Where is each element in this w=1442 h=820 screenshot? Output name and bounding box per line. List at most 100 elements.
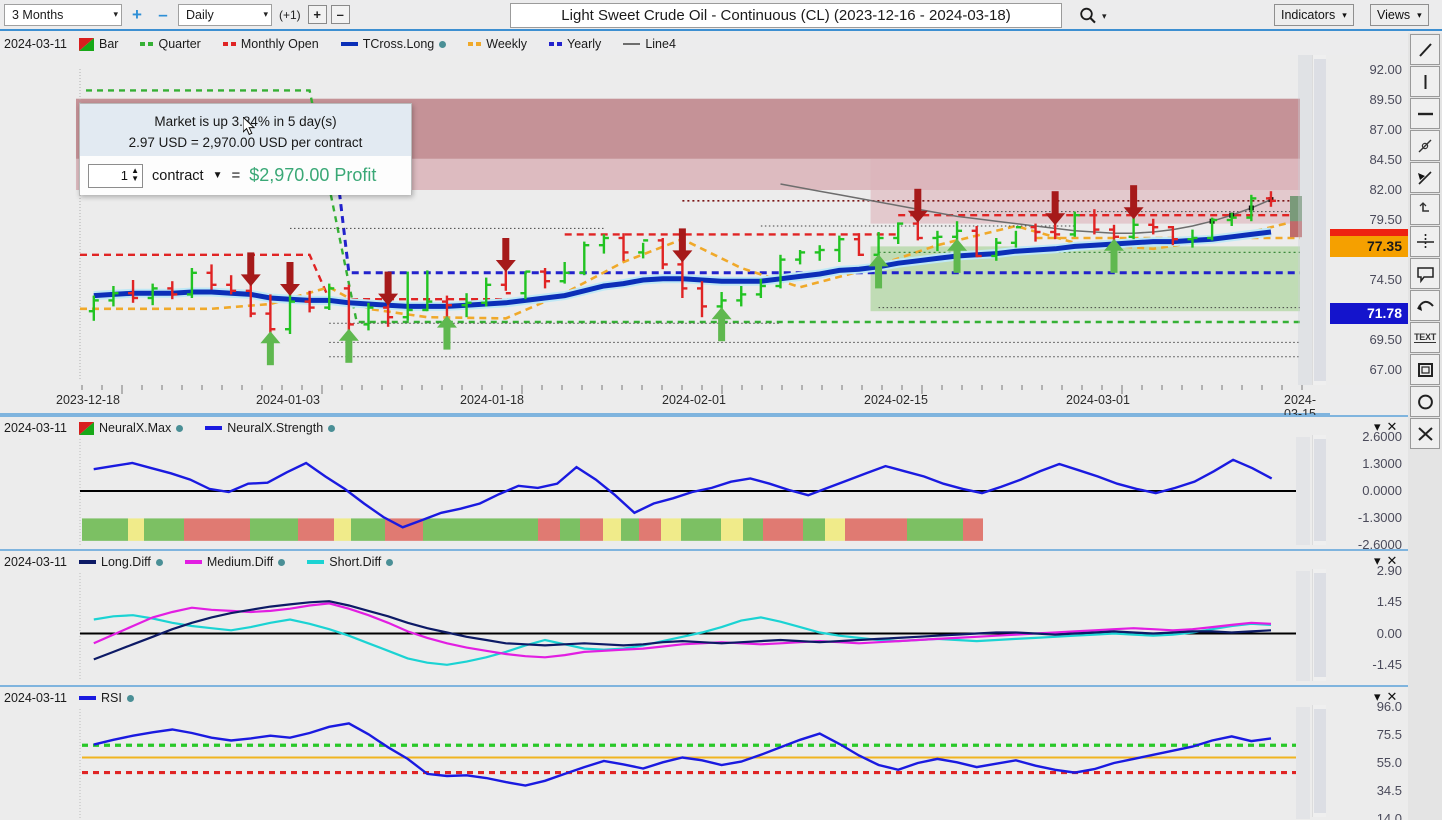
- date-axis-tick: 2024-01-03: [256, 393, 320, 407]
- legend-item-short-diff[interactable]: Short.Diff: [307, 555, 394, 569]
- legend-label: Medium.Diff: [206, 555, 274, 569]
- neuralx-axis-tick: -1.3000: [1357, 510, 1402, 525]
- price-axis-tick: 69.50: [1369, 332, 1402, 347]
- legend-label: NeuralX.Strength: [227, 421, 324, 435]
- offset-decrease-button[interactable]: –: [330, 5, 350, 24]
- crosshair-icon[interactable]: [1410, 226, 1440, 257]
- legend-item-yearly[interactable]: Yearly: [549, 37, 601, 51]
- contract-unit-dropdown-icon[interactable]: ▼: [213, 170, 223, 181]
- interval-value: Daily: [186, 7, 214, 22]
- dash-swatch-icon: [222, 42, 236, 46]
- profit-value: $2,970.00 Profit: [249, 165, 377, 185]
- indicator-settings-dot-icon[interactable]: [176, 424, 184, 432]
- collapse-icon[interactable]: ▾: [1374, 419, 1381, 435]
- search-dropdown-arrow-icon[interactable]: ▾: [1102, 11, 1107, 22]
- arrow-icon[interactable]: [1410, 162, 1440, 193]
- close-icon[interactable]: ✕: [1387, 689, 1398, 705]
- contract-quantity-value: 1: [120, 168, 128, 183]
- delete-icon[interactable]: [1410, 418, 1440, 449]
- vertical-line-icon[interactable]: [1410, 66, 1440, 97]
- symbol-text: Light Sweet Crude Oil - Continuous (CL) …: [561, 7, 1011, 24]
- date-axis-tick: 2024-01-18: [460, 393, 524, 407]
- legend-label: Weekly: [486, 37, 528, 51]
- legend-item-neuralx-max[interactable]: NeuralX.Max: [79, 421, 184, 435]
- curve-icon[interactable]: [1410, 290, 1440, 321]
- rsi-chart-svg: [79, 707, 1310, 819]
- period-zoom-out-button[interactable]: –: [152, 4, 174, 26]
- legend-label: NeuralX.Max: [99, 421, 172, 435]
- rsi-pane[interactable]: 2024-03-11 RSI: [0, 687, 1330, 820]
- price-pane-legend: 2024-03-11 Bar Quarter Monthly Open TCross.…: [0, 33, 1330, 55]
- collapse-icon[interactable]: ▾: [1374, 689, 1381, 705]
- drawing-toolbar[interactable]: TEXT: [1408, 33, 1442, 820]
- rectangle-icon[interactable]: [1410, 354, 1440, 385]
- diff-pane[interactable]: 2024-03-11 Long.Diff Medium.Diff Short.Diff: [0, 551, 1330, 683]
- contract-quantity-input[interactable]: 1 ▲ ▼: [88, 163, 143, 188]
- ellipse-icon[interactable]: [1410, 386, 1440, 417]
- legend-label: Line4: [645, 37, 676, 51]
- legend-label: Bar: [99, 37, 119, 51]
- price-axis-tick: 67.00: [1369, 362, 1402, 377]
- legend-item-quarter[interactable]: Quarter: [140, 37, 201, 51]
- callout-icon[interactable]: [1410, 258, 1440, 289]
- neuralx-scrollbar[interactable]: [1312, 435, 1326, 545]
- diff-axis: 2.90 1.45 0.00 -1.45: [1330, 551, 1408, 683]
- neuralx-pane[interactable]: 2024-03-11 NeuralX.Max NeuralX.Strength: [0, 417, 1330, 547]
- legend-label: Monthly Open: [240, 37, 319, 51]
- rsi-scrollbar[interactable]: [1312, 705, 1326, 817]
- legend-item-long-diff[interactable]: Long.Diff: [79, 555, 163, 569]
- indicator-settings-dot-icon[interactable]: [278, 558, 286, 566]
- diff-axis-tick: -1.45: [1372, 656, 1402, 672]
- trendline-icon[interactable]: [1410, 34, 1440, 65]
- collapse-icon[interactable]: ▾: [1374, 553, 1381, 569]
- legend-item-line4[interactable]: Line4: [623, 37, 676, 51]
- neuralx-legend-date: 2024-03-11: [4, 421, 68, 435]
- price-axis[interactable]: 92.00 89.50 87.00 84.50 82.00 79.50 74.50 69.50…: [1330, 55, 1408, 385]
- text-icon[interactable]: TEXT: [1410, 322, 1440, 353]
- chevron-down-icon: ▾: [1342, 9, 1347, 20]
- equals-sign: =: [231, 167, 241, 184]
- legend-item-neuralx-strength[interactable]: NeuralX.Strength: [205, 421, 336, 435]
- indicator-settings-dot-icon[interactable]: [386, 558, 394, 566]
- retracement-icon[interactable]: [1410, 194, 1440, 225]
- indicator-settings-dot-icon[interactable]: [439, 40, 447, 48]
- close-icon[interactable]: ✕: [1387, 553, 1398, 569]
- price-axis-tick: 84.50: [1369, 152, 1402, 167]
- date-axis-tick: 2024-02-01: [662, 393, 726, 407]
- close-icon[interactable]: ✕: [1387, 419, 1398, 435]
- legend-item-bar[interactable]: Bar: [79, 37, 118, 51]
- legend-item-weekly[interactable]: Weekly: [468, 37, 527, 51]
- period-zoom-in-button[interactable]: +: [126, 4, 148, 26]
- diff-axis-tick: 0.00: [1376, 625, 1402, 641]
- stepper-arrows-icon[interactable]: ▲ ▼: [131, 166, 139, 183]
- legend-item-tcross-long[interactable]: TCross.Long: [340, 37, 447, 51]
- rsi-axis-tick: 75.5: [1376, 727, 1402, 742]
- date-axis-tick: 2024-03-01: [1066, 393, 1130, 407]
- offset-increase-button[interactable]: +: [307, 5, 327, 24]
- search-icon[interactable]: [1078, 6, 1098, 26]
- indicators-button[interactable]: Indicators ▾: [1274, 4, 1354, 26]
- diff-axis-tick: 1.45: [1376, 594, 1402, 610]
- indicator-settings-dot-icon[interactable]: [126, 694, 134, 702]
- legend-item-rsi[interactable]: RSI: [79, 691, 134, 705]
- legend-item-monthly-open[interactable]: Monthly Open: [222, 37, 319, 51]
- rsi-legend-date: 2024-03-11: [4, 691, 68, 705]
- period-select[interactable]: 3 Months ▾: [4, 3, 122, 26]
- mouse-cursor-icon: [242, 115, 257, 142]
- fibonacci-icon[interactable]: [1410, 130, 1440, 161]
- neuralx-axis: 2.6000 1.3000 0.0000 -1.3000 -2.6000: [1330, 417, 1408, 552]
- indicator-settings-dot-icon[interactable]: [328, 424, 336, 432]
- horizontal-line-icon[interactable]: [1410, 98, 1440, 129]
- line-swatch-icon: [79, 696, 97, 700]
- price-pane-scrollbar[interactable]: [1312, 55, 1326, 385]
- indicator-settings-dot-icon[interactable]: [155, 558, 163, 566]
- interval-select[interactable]: Daily ▾: [178, 3, 272, 26]
- line-swatch-icon: [184, 560, 202, 564]
- views-button[interactable]: Views ▾: [1370, 4, 1429, 26]
- chevron-down-icon: ▾: [113, 9, 118, 19]
- symbol-input[interactable]: Light Sweet Crude Oil - Continuous (CL) …: [510, 3, 1062, 28]
- diff-scrollbar[interactable]: [1312, 569, 1326, 681]
- line-swatch-icon: [340, 42, 358, 46]
- legend-item-medium-diff[interactable]: Medium.Diff: [184, 555, 286, 569]
- legend-label: RSI: [101, 691, 122, 705]
